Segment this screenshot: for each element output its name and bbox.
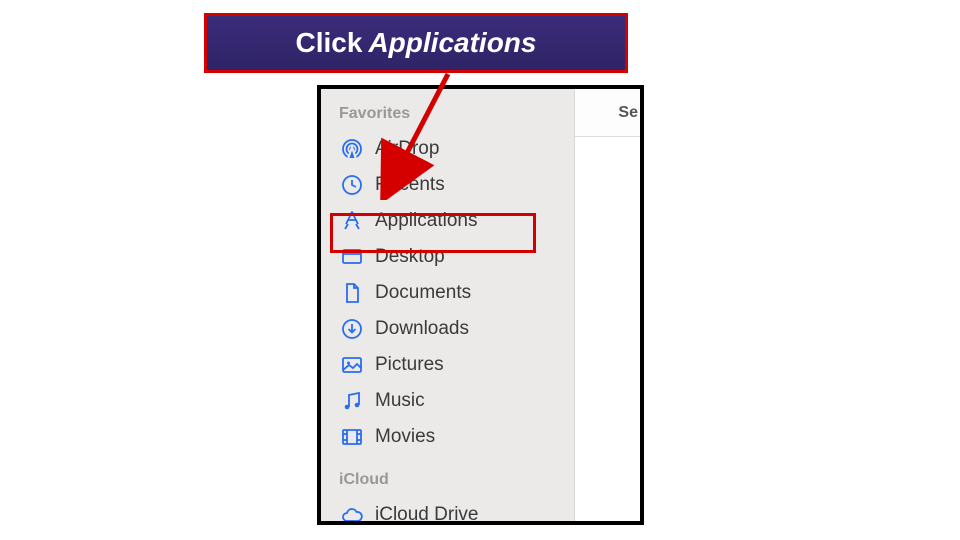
sidebar-section-header-favorites: Favorites	[321, 101, 574, 131]
documents-icon	[339, 280, 365, 306]
sidebar-item-label: Downloads	[375, 318, 469, 340]
sidebar-item-icloud-drive[interactable]: iCloud Drive	[321, 497, 574, 525]
sidebar-section-header-icloud: iCloud	[321, 467, 574, 497]
sidebar-item-airdrop[interactable]: AirDrop	[321, 131, 574, 167]
sidebar-item-desktop[interactable]: Desktop	[321, 239, 574, 275]
instruction-callout: Click Applications	[204, 13, 628, 73]
sidebar-item-label: Desktop	[375, 246, 445, 268]
recents-icon	[339, 172, 365, 198]
sidebar-item-label: Applications	[375, 210, 477, 232]
sidebar-item-downloads[interactable]: Downloads	[321, 311, 574, 347]
downloads-icon	[339, 316, 365, 342]
callout-target: Applications	[368, 27, 536, 59]
desktop-icon	[339, 244, 365, 270]
movies-icon	[339, 424, 365, 450]
search-button-fragment[interactable]: Se	[618, 104, 638, 122]
icloud-icon	[339, 502, 365, 525]
callout-prefix: Click	[296, 27, 363, 59]
finder-toolbar: Se	[575, 89, 640, 137]
sidebar-item-movies[interactable]: Movies	[321, 419, 574, 455]
sidebar-item-label: AirDrop	[375, 138, 439, 160]
pictures-icon	[339, 352, 365, 378]
sidebar-item-pictures[interactable]: Pictures	[321, 347, 574, 383]
finder-sidebar: Favorites AirDrop Recents	[321, 89, 575, 521]
sidebar-item-recents[interactable]: Recents	[321, 167, 574, 203]
sidebar-item-music[interactable]: Music	[321, 383, 574, 419]
sidebar-item-label: iCloud Drive	[375, 504, 478, 525]
music-icon	[339, 388, 365, 414]
sidebar-item-label: Movies	[375, 426, 435, 448]
sidebar-item-documents[interactable]: Documents	[321, 275, 574, 311]
sidebar-item-label: Pictures	[375, 354, 444, 376]
sidebar-item-label: Documents	[375, 282, 471, 304]
airdrop-icon	[339, 136, 365, 162]
sidebar-item-label: Recents	[375, 174, 445, 196]
finder-window: Favorites AirDrop Recents	[317, 85, 644, 525]
applications-icon	[339, 208, 365, 234]
sidebar-item-label: Music	[375, 390, 425, 412]
sidebar-item-applications[interactable]: Applications	[321, 203, 574, 239]
